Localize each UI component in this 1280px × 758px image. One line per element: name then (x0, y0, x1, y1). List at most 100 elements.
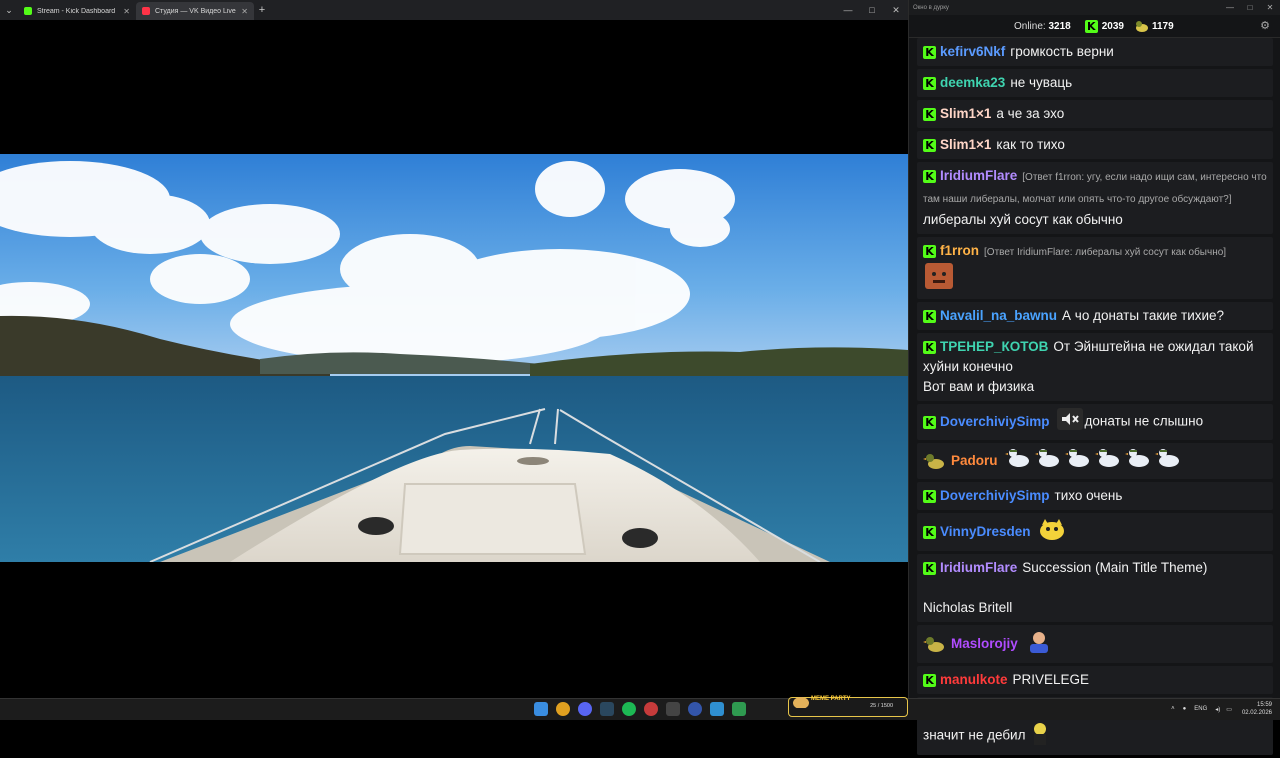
minimize-button[interactable]: — (836, 0, 860, 20)
chat-username[interactable]: deemka23 (940, 75, 1005, 90)
clock-date: 02.02.2026 (1241, 710, 1272, 716)
window-controls: — □ ✕ (836, 0, 908, 20)
chat-username[interactable]: VinnyDresden (940, 524, 1031, 539)
figure-emote (1027, 721, 1053, 751)
video-player[interactable] (0, 154, 908, 562)
goose-emote (1004, 447, 1031, 475)
chat-username[interactable]: Navalil_na_bawnu (940, 308, 1057, 323)
tab-search-icon[interactable]: ⌄ (0, 0, 18, 20)
online-counter: Online: 3218 (1014, 21, 1071, 32)
chat-message: Maslorojiy (917, 625, 1273, 663)
app-icon[interactable] (644, 702, 658, 716)
chat-message: K IridiumFlare [Ответ f1rron: угу, если на… (917, 162, 1273, 234)
vk-duck-icon (1134, 20, 1148, 33)
language-indicator[interactable]: ENG (1194, 706, 1207, 712)
meme-party-label: MEME PARTY (811, 696, 851, 702)
chat-username[interactable]: Padoru (951, 453, 998, 468)
kick-logo-icon: K (923, 340, 936, 354)
tab-vk-studio[interactable]: Студия — VK Видео Live ✕ (136, 2, 254, 20)
chat-username[interactable]: manulkote (940, 672, 1008, 687)
chat-message: K ТРЕНЕР_КОТОВ От Эйнштейна не ожидал тако… (917, 333, 1273, 401)
chat-message: K Slim1×1 как то тихо (917, 131, 1273, 159)
chat-message: Kf1rron [Ответ IridiumFlare: либералы хуй… (917, 237, 1273, 299)
chat-message: Kdeemka23 не чуваць (917, 69, 1273, 97)
battery-icon[interactable]: ▭ (1226, 706, 1232, 713)
chat-username[interactable]: IridiumFlare (940, 168, 1017, 183)
chat-message: Kmanulkote PRIVELEGE (917, 666, 1273, 694)
tab-title: Студия — VK Видео Live (155, 7, 236, 15)
app-icon[interactable] (688, 702, 702, 716)
chat-message-list: Kkefirv6Nkf громкость верни Kdeemka23 не чу… (917, 38, 1273, 758)
chat-message-text: донаты не слышно (1084, 413, 1204, 429)
tab-kick-dashboard[interactable]: Stream - Kick Dashboard ✕ (18, 2, 136, 20)
goose-emote (1124, 447, 1151, 475)
spotify-icon[interactable] (622, 702, 636, 716)
kick-viewer-count: K 2039 (1084, 19, 1124, 33)
chat-username[interactable]: Slim1×1 (940, 137, 991, 152)
close-window-button[interactable]: ✕ (884, 0, 908, 20)
app-icon[interactable] (710, 702, 724, 716)
chat-username[interactable]: Slim1×1 (940, 106, 991, 121)
chat-message: Padoru (917, 443, 1273, 479)
online-value: 3218 (1048, 20, 1071, 32)
kick-logo-icon: K (923, 45, 936, 59)
kick-logo-icon: K (923, 561, 936, 575)
chat-username[interactable]: DoverchiviySimp (940, 414, 1050, 429)
kick-logo-icon: K (923, 309, 936, 323)
kick-logo-icon: K (923, 415, 936, 429)
chat-message-text: Succession (Main Title Theme) (1022, 560, 1208, 575)
chat-username[interactable]: f1rron (940, 243, 979, 258)
discord-icon[interactable] (578, 702, 592, 716)
goose-emote (1034, 447, 1061, 475)
chevron-up-icon[interactable]: ˄ (1171, 706, 1175, 712)
chat-message-text: PRIVELEGE (1012, 672, 1090, 687)
chat-username[interactable]: DoverchiviySimp (940, 488, 1050, 503)
chat-message: Kkefirv6Nkf громкость верни (917, 38, 1273, 66)
gear-icon[interactable]: ⚙ (1260, 19, 1270, 32)
man-emote (1025, 629, 1053, 659)
vk-count-value: 1179 (1151, 20, 1174, 32)
close-window-button[interactable]: ✕ (1260, 3, 1280, 12)
chat-titlebar: Окно в дурку — □ ✕ (909, 0, 1280, 15)
vk-favicon-icon (142, 7, 150, 15)
close-tab-icon[interactable]: ✕ (241, 7, 248, 16)
meme-party-widget[interactable]: MEME PARTY 25 / 1500 (788, 696, 908, 717)
kick-logo-icon: K (923, 169, 936, 183)
chat-message: K DoverchiviySimp донаты не слышно (917, 404, 1273, 440)
kick-favicon-icon (24, 7, 32, 15)
doge-icon (793, 697, 809, 708)
app-icon[interactable] (732, 702, 746, 716)
chat-message-text: тихо очень (1054, 488, 1123, 503)
steam-icon[interactable] (600, 702, 614, 716)
kick-logo-icon: K (923, 525, 936, 539)
vk-duck-icon (923, 452, 947, 470)
start-icon[interactable] (534, 702, 548, 716)
vk-duck-icon (923, 635, 947, 653)
kick-count-value: 2039 (1101, 20, 1124, 32)
minimize-button[interactable]: — (1220, 3, 1240, 12)
new-tab-button[interactable]: + (254, 4, 270, 16)
clock[interactable]: 15:59 02.02.2026 (1242, 701, 1272, 717)
chat-message-text: не чуваць (1010, 75, 1073, 90)
goose-emote (1064, 447, 1091, 475)
maximize-button[interactable]: □ (860, 0, 884, 20)
chat-message: K IridiumFlare Succession (Main Title Them… (917, 554, 1273, 622)
chat-username[interactable]: kefirv6Nkf (940, 44, 1005, 59)
chat-window: Окно в дурку — □ ✕ Online: 3218 K 2039 1… (908, 0, 1280, 755)
clock-time: 15:59 (1256, 702, 1272, 708)
chat-username[interactable]: ТРЕНЕР_КОТОВ (940, 339, 1048, 354)
close-tab-icon[interactable]: ✕ (123, 7, 130, 16)
chrome-icon[interactable] (556, 702, 570, 716)
meme-party-count: 25 / 1500 (870, 703, 893, 709)
kick-logo-icon: K (923, 138, 936, 152)
vk-viewer-count: 1179 (1134, 20, 1174, 33)
chat-message-text: как то тихо (996, 137, 1065, 152)
maximize-button[interactable]: □ (1240, 3, 1260, 12)
chat-username[interactable]: IridiumFlare (940, 560, 1017, 575)
system-tray: ˄ ● ENG ◂) ▭ 15:59 02.02.2026 (1171, 701, 1272, 717)
mic-icon[interactable]: ● (1183, 706, 1187, 712)
kick-logo-icon: K (923, 244, 936, 258)
chat-username[interactable]: Maslorojiy (951, 636, 1018, 651)
app-icon[interactable] (666, 702, 680, 716)
volume-icon[interactable]: ◂) (1215, 706, 1220, 713)
